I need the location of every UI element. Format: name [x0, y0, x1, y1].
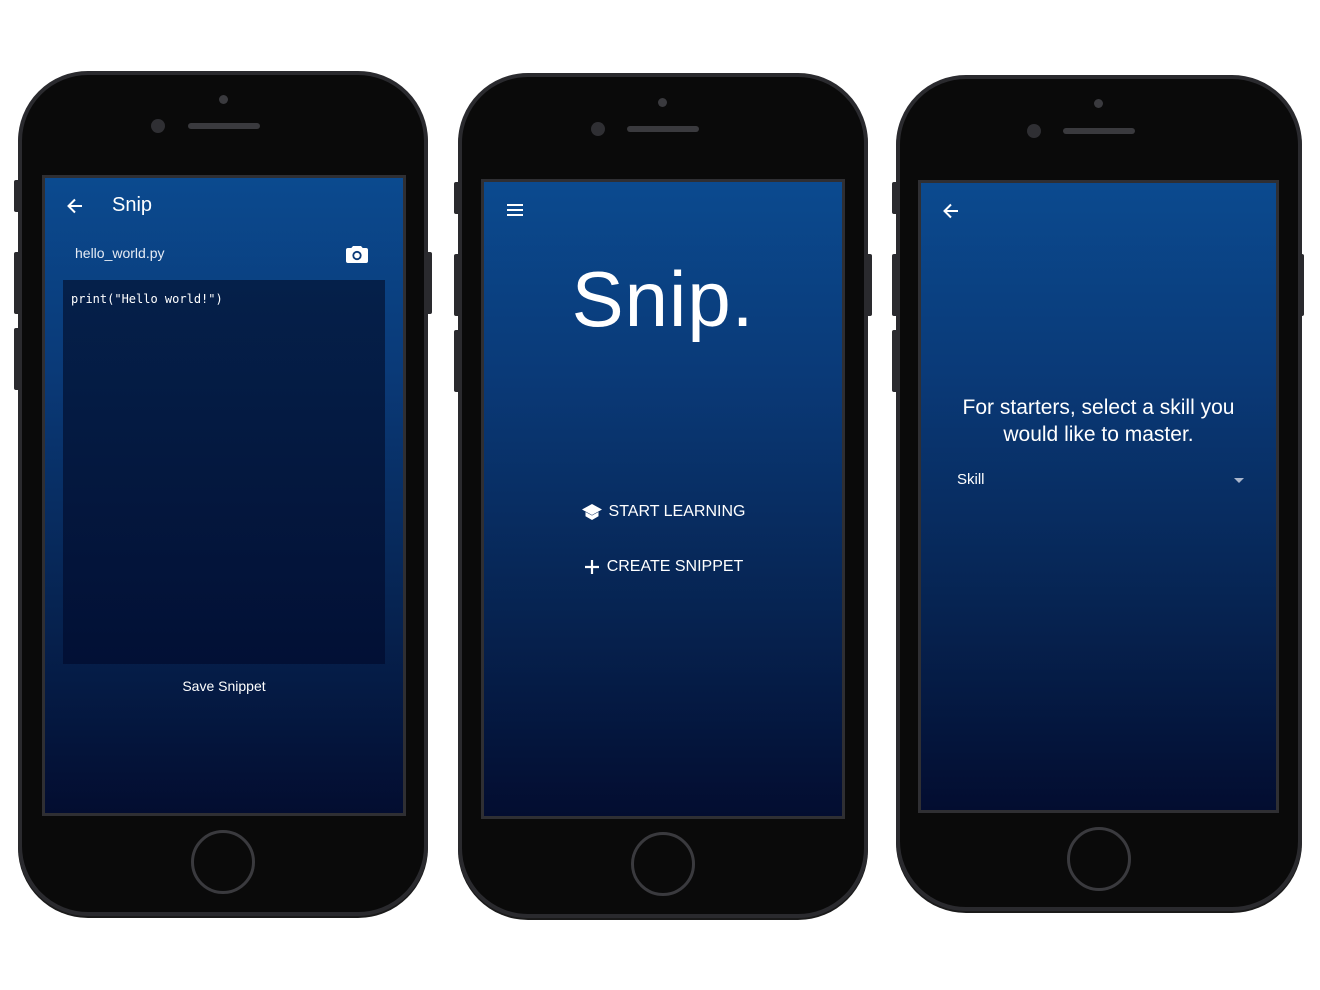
code-text: print("Hello world!") [71, 292, 223, 306]
phone-editor-mute-switch [14, 180, 20, 212]
phone-editor-home-button[interactable] [191, 830, 255, 894]
phone-skill-speaker [1063, 128, 1135, 134]
editor-title: Snip [112, 194, 153, 216]
code-editor[interactable]: print("Hello world!") [63, 280, 385, 664]
graduation-cap-icon [581, 503, 603, 521]
caret-down-icon [1233, 477, 1245, 484]
phone-home-home-button[interactable] [631, 832, 695, 896]
skill-prompt-line-1: For starters, select a skill you [962, 396, 1235, 419]
plus-icon [583, 558, 601, 576]
phone-skill-mute-switch [892, 182, 898, 214]
start-learning-button[interactable]: START LEARNING [484, 498, 842, 526]
camera-icon[interactable] [345, 243, 369, 265]
create-snippet-label: CREATE SNIPPET [606, 558, 744, 575]
phone-skill-home-button[interactable] [1067, 827, 1131, 891]
create-snippet-button[interactable]: CREATE SNIPPET [484, 553, 842, 581]
phone-home-power-button [866, 254, 872, 316]
phone-home-sensor [658, 98, 667, 107]
save-snippet-button[interactable]: Save Snippet [45, 678, 403, 694]
phone-editor-power-button [426, 252, 432, 314]
phone-skill-sensor [1094, 99, 1103, 108]
start-learning-label: START LEARNING [608, 503, 746, 520]
phone-editor-sensor [219, 95, 228, 104]
phone-skill-volume-down [892, 330, 898, 392]
skill-prompt-line-2: would like to master. [1003, 423, 1194, 446]
phone-home-mute-switch [454, 182, 460, 214]
editor-screen: Snip hello_world.py print("Hello world!"… [42, 175, 406, 816]
phone-editor-volume-down [14, 328, 20, 390]
skill-screen: For starters, select a skill you would l… [918, 180, 1279, 813]
phone-skill-front-camera [1027, 124, 1041, 138]
skill-select[interactable]: Skill [957, 467, 1247, 493]
phone-home-speaker [627, 126, 699, 132]
filename-field[interactable]: hello_world.py [75, 245, 165, 261]
back-arrow-icon[interactable] [65, 196, 85, 216]
hamburger-menu-icon[interactable] [505, 202, 525, 218]
app-logo: Snip. [571, 255, 755, 343]
mockup-stage: Snip hello_world.py print("Hello world!"… [0, 0, 1320, 990]
phone-home-volume-down [454, 330, 460, 392]
back-arrow-icon[interactable] [941, 201, 961, 221]
phone-skill-power-button [1298, 254, 1304, 316]
phone-editor-volume-up [14, 252, 20, 314]
phone-editor-front-camera [151, 119, 165, 133]
home-screen: Snip. START LEARNING CREATE SNIPPET [481, 179, 845, 819]
phone-editor-speaker [188, 123, 260, 129]
phone-home-volume-up [454, 254, 460, 316]
skill-select-value: Skill [957, 471, 985, 488]
phone-skill-volume-up [892, 254, 898, 316]
phone-home-front-camera [591, 122, 605, 136]
